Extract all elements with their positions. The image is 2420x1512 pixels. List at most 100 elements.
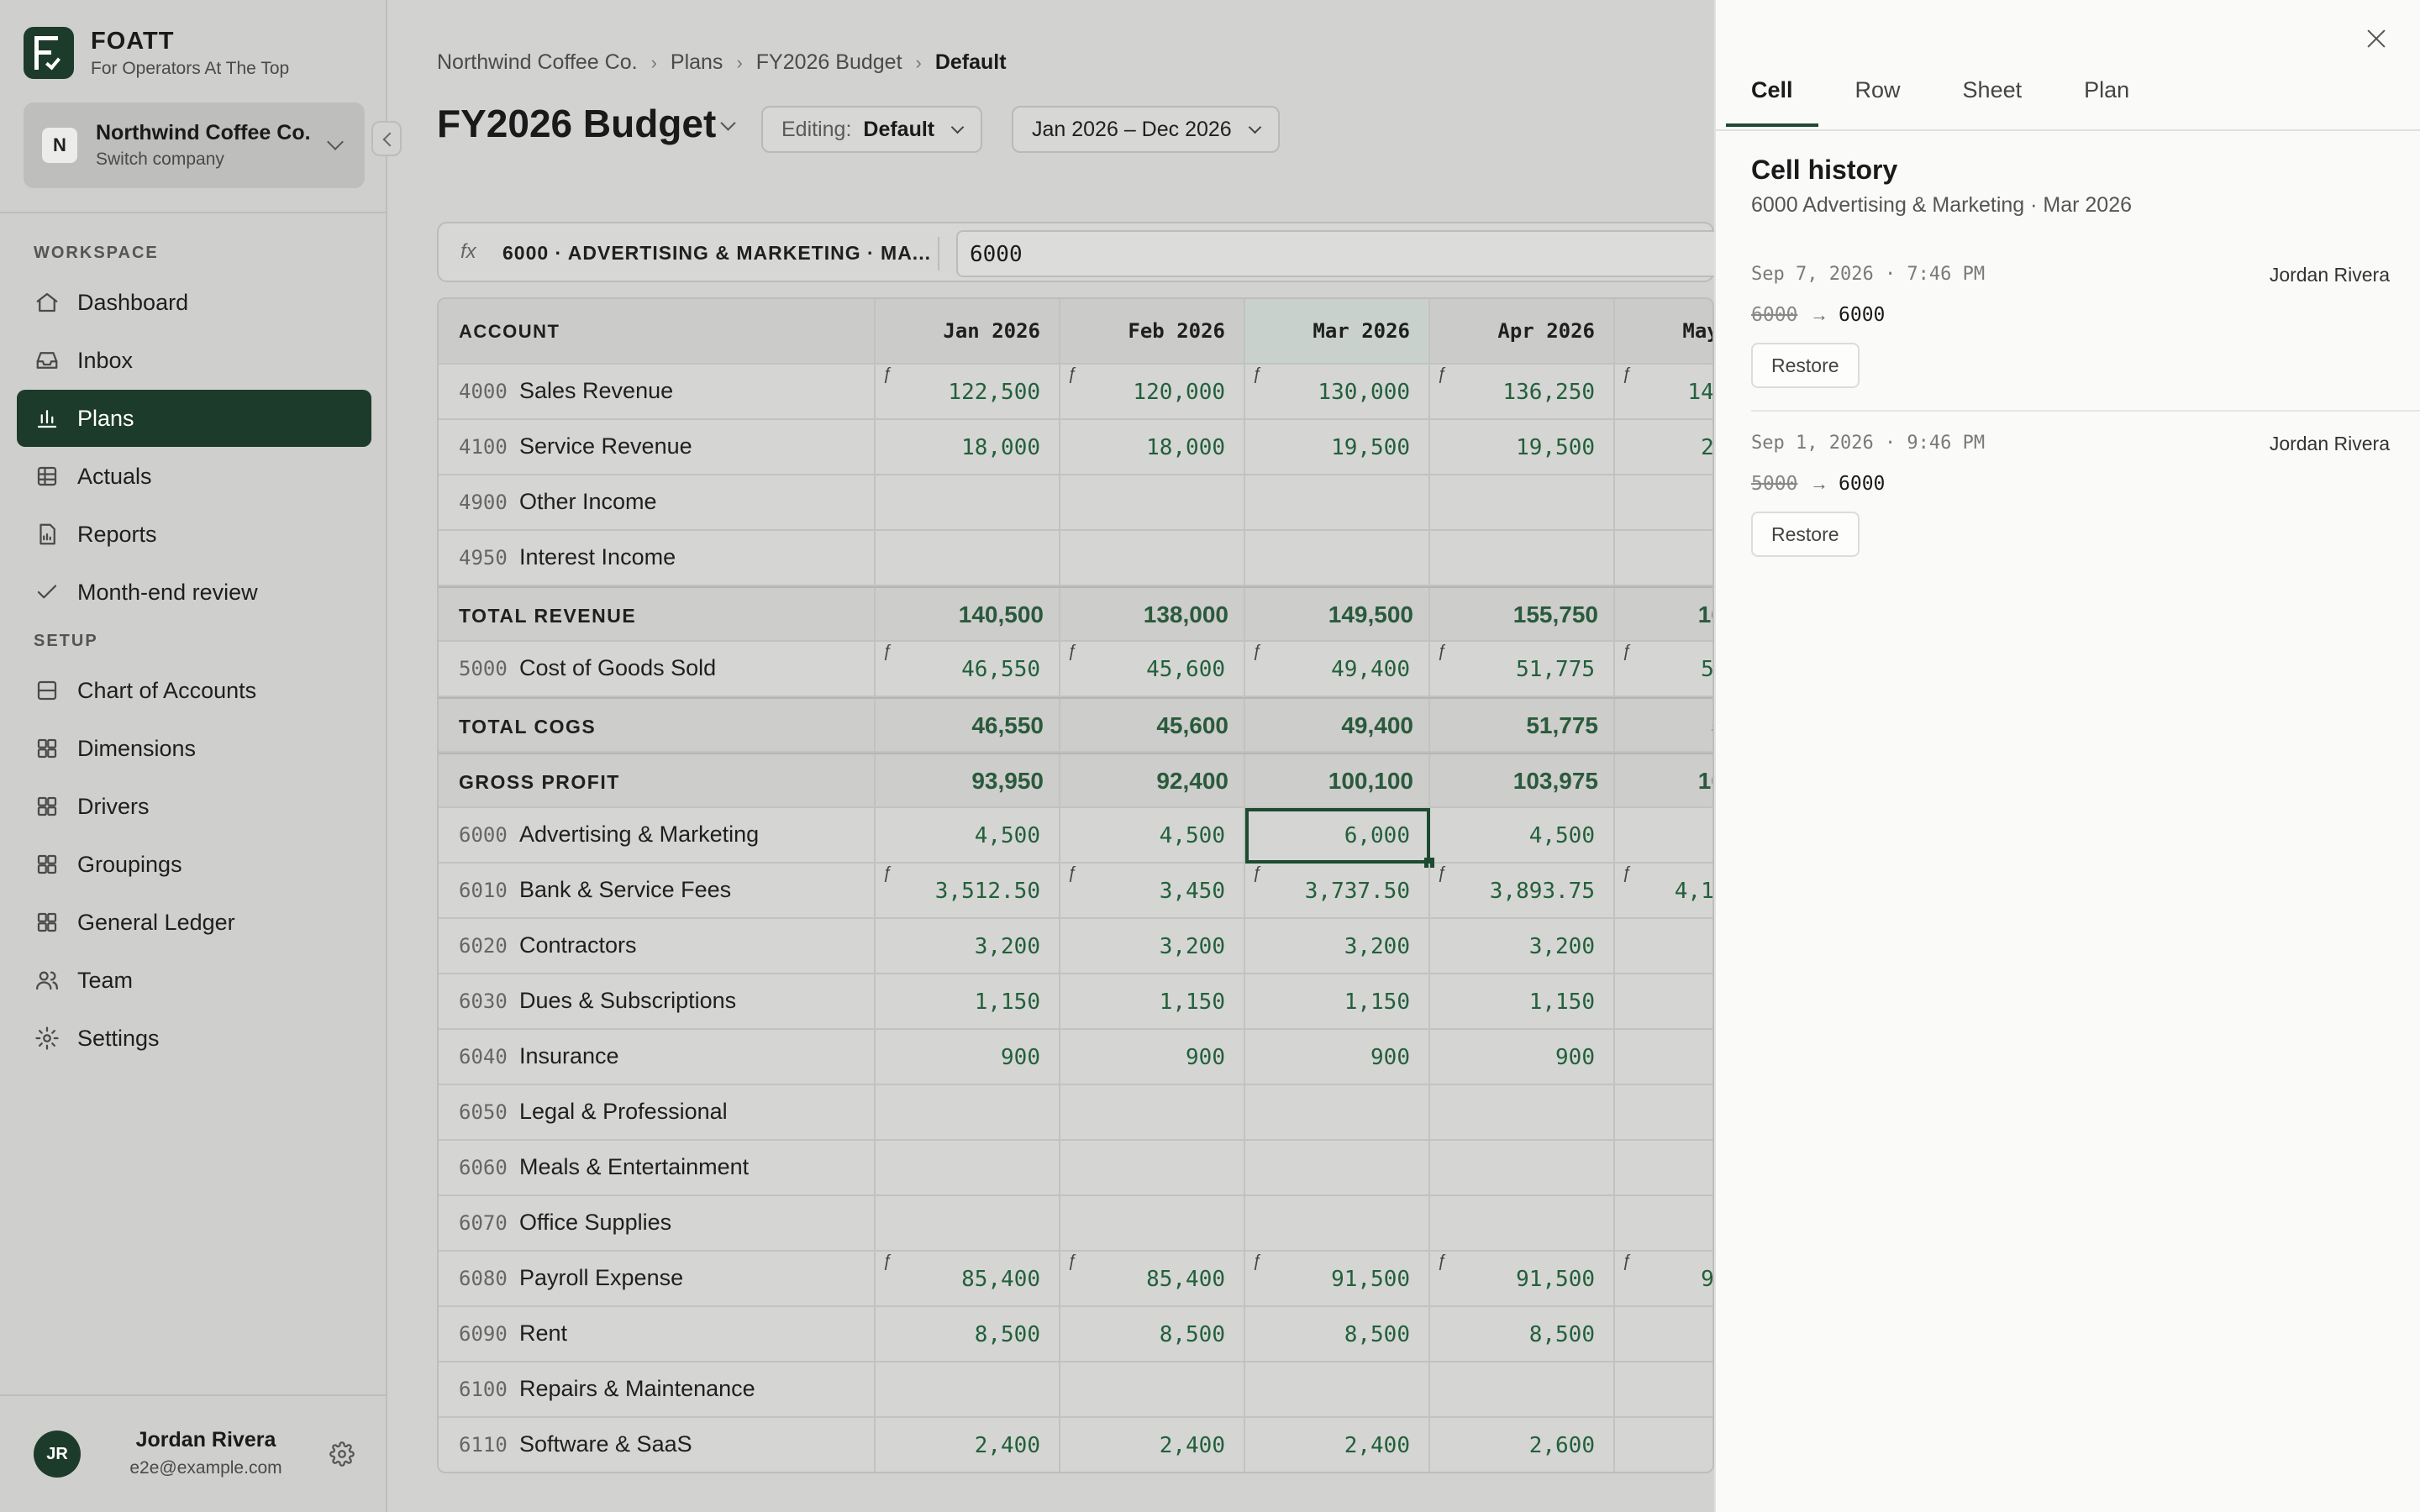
- collapse-sidebar-button[interactable]: [371, 121, 402, 156]
- value-cell[interactable]: ƒ 91,500: [1245, 1252, 1430, 1305]
- value-cell[interactable]: [1615, 475, 1712, 529]
- formula-input[interactable]: 6000: [956, 230, 1729, 277]
- value-cell[interactable]: 18,000: [876, 420, 1060, 474]
- value-cell[interactable]: ƒ 120,000: [1060, 365, 1245, 418]
- value-cell[interactable]: 8,500: [1245, 1307, 1430, 1361]
- value-cell[interactable]: [876, 1196, 1060, 1250]
- value-cell[interactable]: 4,500: [1060, 808, 1245, 862]
- value-cell[interactable]: 2,600: [1615, 1418, 1712, 1472]
- value-cell[interactable]: 900: [876, 1030, 1060, 1084]
- value-cell[interactable]: [1060, 1362, 1245, 1416]
- value-cell[interactable]: ƒ 3,512.50: [876, 864, 1060, 917]
- sidebar-item-dashboard[interactable]: Dashboard: [17, 274, 371, 331]
- close-icon[interactable]: [2366, 29, 2386, 49]
- value-cell[interactable]: 2,600: [1430, 1418, 1615, 1472]
- value-cell[interactable]: 19,500: [1245, 420, 1430, 474]
- value-cell[interactable]: [1430, 1141, 1615, 1194]
- value-cell[interactable]: 900: [1245, 1030, 1430, 1084]
- value-cell[interactable]: 4,500: [1615, 808, 1712, 862]
- value-cell[interactable]: 900: [1430, 1030, 1615, 1084]
- value-cell[interactable]: 3,200: [1245, 919, 1430, 973]
- value-cell[interactable]: [876, 531, 1060, 585]
- value-cell[interactable]: [1615, 1196, 1712, 1250]
- value-cell[interactable]: ƒ 3,450: [1060, 864, 1245, 917]
- sidebar-item-inbox[interactable]: Inbox: [17, 332, 371, 389]
- value-cell[interactable]: [1615, 1362, 1712, 1416]
- value-cell[interactable]: 900: [1060, 1030, 1245, 1084]
- column-header-month[interactable]: Mar 2026: [1245, 299, 1430, 363]
- value-cell[interactable]: ƒ 4,105.00: [1615, 864, 1712, 917]
- value-cell[interactable]: [1245, 1362, 1430, 1416]
- restore-button[interactable]: Restore: [1751, 512, 1860, 557]
- value-cell[interactable]: 3,200: [1430, 919, 1615, 973]
- value-cell[interactable]: [1615, 531, 1712, 585]
- value-cell[interactable]: 18,000: [1060, 420, 1245, 474]
- tab-plan[interactable]: Plan: [2084, 77, 2129, 125]
- value-cell[interactable]: ƒ 49,400: [1245, 642, 1430, 696]
- value-cell[interactable]: [876, 1085, 1060, 1139]
- value-cell[interactable]: 1,150: [1060, 974, 1245, 1028]
- value-cell[interactable]: ƒ 91,500: [1615, 1252, 1712, 1305]
- value-cell[interactable]: [1060, 1085, 1245, 1139]
- value-cell[interactable]: 21,000: [1615, 420, 1712, 474]
- value-cell[interactable]: [1060, 1141, 1245, 1194]
- value-cell[interactable]: [1060, 475, 1245, 529]
- sidebar-item-groupings[interactable]: Groupings: [17, 836, 371, 893]
- gear-icon[interactable]: [329, 1441, 356, 1468]
- value-cell[interactable]: ƒ 3,893.75: [1430, 864, 1615, 917]
- value-cell[interactable]: [1615, 1141, 1712, 1194]
- value-cell[interactable]: 1,150: [876, 974, 1060, 1028]
- value-cell[interactable]: [1245, 475, 1430, 529]
- value-cell[interactable]: [876, 1362, 1060, 1416]
- value-cell[interactable]: [1430, 531, 1615, 585]
- sidebar-item-drivers[interactable]: Drivers: [17, 778, 371, 835]
- company-switcher[interactable]: N Northwind Coffee Co. Switch company: [24, 102, 365, 188]
- value-cell[interactable]: 8,500: [1430, 1307, 1615, 1361]
- date-range-select[interactable]: Jan 2026 – Dec 2026: [1012, 106, 1280, 153]
- value-cell[interactable]: 4,500: [876, 808, 1060, 862]
- value-cell[interactable]: [1060, 531, 1245, 585]
- value-cell[interactable]: 6,000: [1245, 808, 1434, 868]
- scenario-select[interactable]: Editing: Default: [761, 106, 983, 153]
- breadcrumb-item-plan[interactable]: FY2026 Budget: [756, 50, 902, 75]
- sidebar-item-reports[interactable]: Reports: [17, 506, 371, 563]
- value-cell[interactable]: ƒ 136,250: [1430, 365, 1615, 418]
- column-header-month[interactable]: May 2026: [1615, 299, 1712, 363]
- sidebar-item-dimensions[interactable]: Dimensions: [17, 720, 371, 777]
- brand[interactable]: FOATT For Operators At The Top: [24, 27, 289, 79]
- value-cell[interactable]: [1430, 1362, 1615, 1416]
- value-cell[interactable]: [1245, 1196, 1430, 1250]
- value-cell[interactable]: [1430, 475, 1615, 529]
- value-cell[interactable]: ƒ 85,400: [1060, 1252, 1245, 1305]
- value-cell[interactable]: [1430, 1085, 1615, 1139]
- column-header-month[interactable]: Jan 2026: [876, 299, 1060, 363]
- value-cell[interactable]: 900: [1615, 1030, 1712, 1084]
- sidebar-item-chart-of-accounts[interactable]: Chart of Accounts: [17, 662, 371, 719]
- value-cell[interactable]: 2,400: [1060, 1418, 1245, 1472]
- sidebar-item-team[interactable]: Team: [17, 952, 371, 1009]
- breadcrumb-item-company[interactable]: Northwind Coffee Co.: [437, 50, 638, 75]
- value-cell[interactable]: ƒ 122,500: [876, 365, 1060, 418]
- value-cell[interactable]: 8,500: [1615, 1307, 1712, 1361]
- tab-row[interactable]: Row: [1855, 77, 1901, 125]
- value-cell[interactable]: 2,400: [876, 1418, 1060, 1472]
- sidebar-item-actuals[interactable]: Actuals: [17, 448, 371, 505]
- value-cell[interactable]: 3,200: [1615, 919, 1712, 973]
- value-cell[interactable]: [876, 475, 1060, 529]
- tab-sheet[interactable]: Sheet: [1963, 77, 2023, 125]
- column-header-month[interactable]: Apr 2026: [1430, 299, 1615, 363]
- breadcrumb-item-plans[interactable]: Plans: [671, 50, 723, 75]
- avatar[interactable]: JR: [34, 1431, 81, 1478]
- tab-cell[interactable]: Cell: [1726, 77, 1818, 127]
- sidebar-item-settings[interactable]: Settings: [17, 1010, 371, 1067]
- value-cell[interactable]: [1615, 1085, 1712, 1139]
- chevron-down-icon[interactable]: [720, 115, 736, 131]
- value-cell[interactable]: [876, 1141, 1060, 1194]
- value-cell[interactable]: 3,200: [1060, 919, 1245, 973]
- value-cell[interactable]: 8,500: [1060, 1307, 1245, 1361]
- value-cell[interactable]: 1,150: [1430, 974, 1615, 1028]
- value-cell[interactable]: [1060, 1196, 1245, 1250]
- value-cell[interactable]: 3,200: [876, 919, 1060, 973]
- value-cell[interactable]: ƒ 46,550: [876, 642, 1060, 696]
- value-cell[interactable]: 1,150: [1615, 974, 1712, 1028]
